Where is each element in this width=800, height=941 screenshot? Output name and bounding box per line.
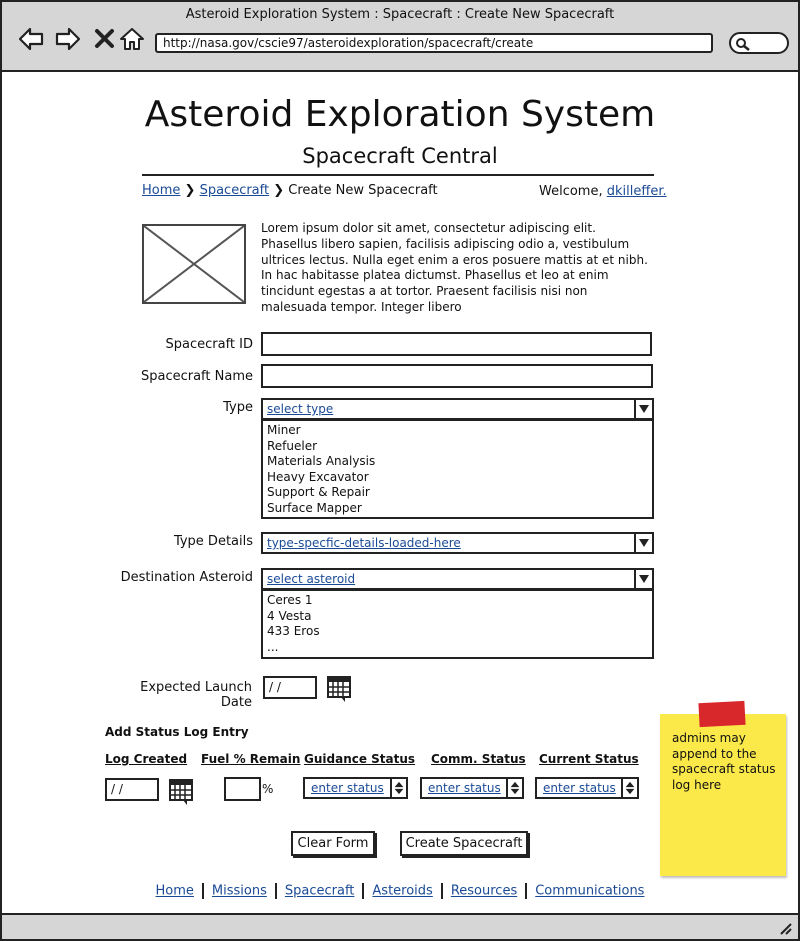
welcome-label: Welcome, — [539, 184, 603, 199]
chevron-right-icon: ❯ — [184, 183, 196, 198]
launch-date-label: Expected Launch Date — [140, 680, 252, 710]
footer-separator — [201, 883, 204, 899]
log-created-value: / / — [111, 782, 123, 796]
url-bar[interactable]: http://nasa.gov/cscie97/asteroidexplorat… — [155, 33, 713, 53]
intro-paragraph: Lorem ipsum dolor sit amet, consectetur … — [261, 221, 648, 314]
window-title: Asteroid Exploration System : Spacecraft… — [185, 7, 615, 22]
type-details-dropdown[interactable]: type-specfic-details-loaded-here — [261, 532, 654, 554]
spacecraft-name-label: Spacecraft Name — [140, 369, 253, 384]
user-profile-link[interactable]: dkilleffer. — [607, 184, 667, 199]
footer-navigation: Home Missions Spacecraft Asteroids Resources… — [2, 883, 798, 899]
launch-date-value: / / — [269, 680, 281, 694]
footer-separator — [362, 883, 365, 899]
dropdown-arrow-icon[interactable] — [634, 534, 652, 552]
sticky-note: admins may append to the spacecraft stat… — [660, 714, 786, 876]
destination-selected-value: select asteroid — [267, 572, 356, 586]
welcome-message: Welcome, dkilleffer. — [539, 184, 667, 199]
comm-status-spinner[interactable]: enter status — [420, 777, 524, 799]
spacecraft-name-input[interactable] — [261, 364, 653, 388]
destination-asteroid-label: Destination Asteroid — [120, 570, 253, 585]
magnifier-icon — [736, 38, 750, 51]
log-created-date-input[interactable]: / / — [105, 778, 159, 801]
log-created-column-header: Log Created — [105, 752, 188, 766]
type-option[interactable]: Refueler — [267, 439, 648, 455]
stop-x-icon[interactable] — [92, 26, 118, 52]
footer-link-resources[interactable]: Resources — [451, 884, 517, 899]
footer-separator — [525, 883, 528, 899]
spinner-arrows-icon[interactable] — [506, 779, 522, 797]
create-spacecraft-button[interactable]: Create Spacecraft — [400, 831, 528, 856]
type-dropdown[interactable]: select type — [261, 398, 654, 420]
asteroid-option[interactable]: 433 Eros — [267, 624, 648, 640]
footer-separator — [274, 883, 277, 899]
footer-link-home[interactable]: Home — [156, 884, 194, 899]
type-label: Type — [223, 400, 253, 415]
footer-link-communications[interactable]: Communications — [535, 884, 644, 899]
dropdown-arrow-icon[interactable] — [634, 400, 652, 418]
calendar-icon[interactable] — [327, 675, 353, 703]
url-text: http://nasa.gov/cscie97/asteroidexplorat… — [163, 36, 534, 50]
percent-sign: % — [262, 782, 274, 796]
breadcrumb-spacecraft-link[interactable]: Spacecraft — [200, 183, 270, 198]
footer-separator — [440, 883, 443, 899]
breadcrumb-current: Create New Spacecraft — [288, 183, 438, 198]
image-placeholder — [142, 224, 246, 304]
header-divider — [142, 174, 654, 176]
asteroid-option[interactable]: Ceres 1 — [267, 593, 648, 609]
app-title: Asteroid Exploration System — [144, 94, 656, 135]
status-log-heading: Add Status Log Entry — [105, 725, 249, 739]
type-option[interactable]: Materials Analysis — [267, 454, 648, 470]
type-details-label: Type Details — [173, 534, 253, 549]
guidance-column-header: Guidance Status — [304, 752, 416, 766]
type-option[interactable]: Heavy Excavator — [267, 470, 648, 486]
sticky-note-text: admins may append to the spacecraft stat… — [672, 731, 776, 792]
guidance-status-value: enter status — [311, 781, 384, 795]
current-status-value: enter status — [543, 781, 616, 795]
footer-link-asteroids[interactable]: Asteroids — [372, 884, 432, 899]
dropdown-arrow-icon[interactable] — [634, 570, 652, 588]
type-option[interactable]: Support & Repair — [267, 485, 648, 501]
home-icon[interactable] — [119, 26, 145, 52]
launch-date-input[interactable]: / / — [263, 676, 317, 699]
fuel-column-header: Fuel % Remain — [201, 752, 301, 766]
spacecraft-id-input[interactable] — [261, 332, 652, 356]
page-subtitle: Spacecraft Central — [302, 144, 498, 168]
spinner-arrows-icon[interactable] — [390, 779, 406, 797]
back-arrow-icon[interactable] — [18, 26, 44, 52]
browser-search-field[interactable] — [729, 32, 789, 54]
destination-options-list: Ceres 1 4 Vesta 433 Eros ... — [261, 589, 654, 659]
calendar-icon[interactable] — [169, 778, 195, 806]
fuel-percent-input[interactable] — [224, 777, 261, 801]
footer-link-missions[interactable]: Missions — [212, 884, 267, 899]
breadcrumb: Home ❯ Spacecraft ❯ Create New Spacecraf… — [142, 183, 438, 198]
forward-arrow-icon[interactable] — [55, 26, 81, 52]
asteroid-option[interactable]: ... — [267, 640, 648, 656]
type-option[interactable]: Surface Mapper — [267, 501, 648, 517]
clear-form-button[interactable]: Clear Form — [291, 831, 375, 856]
resize-grip-icon[interactable] — [778, 921, 792, 935]
guidance-status-spinner[interactable]: enter status — [303, 777, 408, 799]
comm-status-value: enter status — [428, 781, 501, 795]
breadcrumb-home-link[interactable]: Home — [142, 183, 180, 198]
type-option[interactable]: Miner — [267, 423, 648, 439]
footer-link-spacecraft[interactable]: Spacecraft — [285, 884, 355, 899]
browser-status-bar — [2, 913, 798, 939]
browser-window: Asteroid Exploration System : Spacecraft… — [0, 0, 800, 941]
asteroid-option[interactable]: 4 Vesta — [267, 609, 648, 625]
destination-asteroid-dropdown[interactable]: select asteroid — [261, 568, 654, 590]
spacecraft-id-label: Spacecraft ID — [165, 337, 254, 352]
type-options-list: Miner Refueler Materials Analysis Heavy … — [261, 419, 654, 519]
type-selected-value: select type — [267, 402, 334, 416]
current-status-column-header: Current Status — [539, 752, 639, 766]
spinner-arrows-icon[interactable] — [621, 779, 637, 797]
comm-column-header: Comm. Status — [431, 752, 526, 766]
sticky-note-tape — [698, 700, 746, 728]
type-details-selected-value: type-specfic-details-loaded-here — [267, 536, 461, 550]
browser-chrome: Asteroid Exploration System : Spacecraft… — [2, 2, 798, 72]
chevron-right-icon: ❯ — [273, 183, 285, 198]
current-status-spinner[interactable]: enter status — [535, 777, 639, 799]
